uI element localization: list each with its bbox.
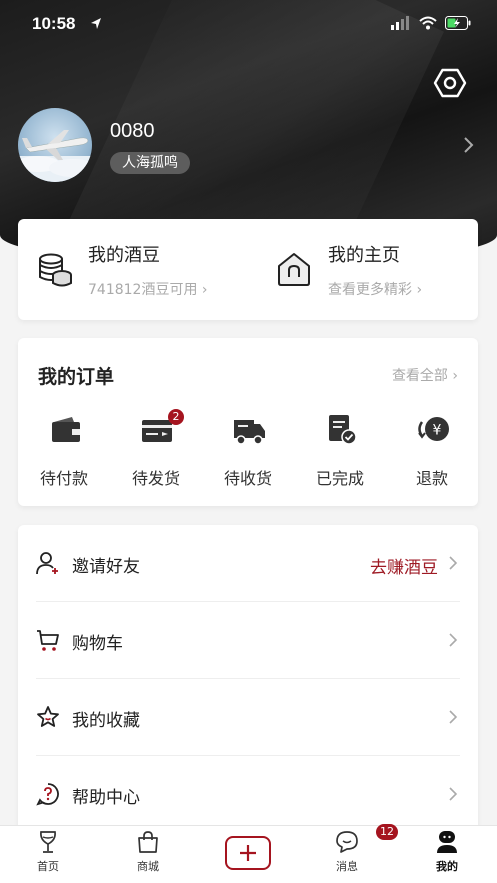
tab-label: 消息 <box>336 860 358 873</box>
my-beans-balance: 741812酒豆可用 › <box>88 279 208 299</box>
status-bar: 10:58 <box>0 14 497 38</box>
menu-card: 邀请好友 去赚酒豆 购物车 我的收藏 帮助中心 <box>18 525 478 835</box>
order-label: 已完成 <box>315 469 364 488</box>
my-homepage-sub: 查看更多精彩 › <box>328 279 422 299</box>
my-homepage-section[interactable]: 我的主页 查看更多精彩 › <box>258 219 478 320</box>
menu-item-invite-friends[interactable]: 邀请好友 去赚酒豆 <box>18 525 478 602</box>
chevron-right-icon <box>449 710 458 724</box>
tab-profile[interactable]: 我的 <box>412 826 482 883</box>
menu-item-label: 邀请好友 <box>72 557 140 577</box>
orders-card: 我的订单 查看全部 › 待付款 2 待发货 待收货 已完成 ¥ 退款 <box>18 338 478 506</box>
chevron-right-icon: › <box>452 368 458 384</box>
battery-icon <box>445 16 471 30</box>
profile-chevron-icon[interactable] <box>461 136 475 154</box>
menu-item-label: 购物车 <box>72 634 123 654</box>
messages-badge: 12 <box>376 824 398 840</box>
location-arrow-icon <box>91 18 101 29</box>
chevron-right-icon: › <box>416 282 423 298</box>
wine-glass-icon <box>40 831 56 853</box>
chat-icon <box>336 831 358 853</box>
plus-icon <box>240 845 256 861</box>
chevron-right-icon <box>449 556 458 570</box>
settings-icon[interactable] <box>433 66 467 100</box>
menu-item-label: 我的收藏 <box>72 711 140 731</box>
coins-icon <box>39 253 72 287</box>
wallet-icon <box>52 417 80 442</box>
menu-item-help-center[interactable]: 帮助中心 <box>18 756 478 833</box>
airplane-photo-icon <box>18 130 92 182</box>
my-beans-title: 我的酒豆 <box>88 245 160 266</box>
profile-icon <box>437 831 457 853</box>
completed-doc-icon <box>329 415 357 445</box>
view-all-orders-link[interactable]: 查看全部 › <box>392 365 458 385</box>
wifi-icon <box>419 16 437 30</box>
truck-icon <box>234 420 265 445</box>
order-pending-receipt[interactable]: 待收货 <box>210 410 286 490</box>
pending-shipment-badge: 2 <box>168 409 184 425</box>
menu-item-cart[interactable]: 购物车 <box>18 602 478 679</box>
add-post-button[interactable] <box>225 836 271 870</box>
tab-messages[interactable]: 12 消息 <box>312 824 398 883</box>
order-pending-shipment[interactable]: 2 待发货 <box>118 409 194 490</box>
wallet-card: 我的酒豆 741812酒豆可用 › 我的主页 查看更多精彩 › <box>18 219 478 320</box>
orders-title: 我的订单 <box>38 366 115 388</box>
nickname-badge: 人海孤鸣 <box>110 152 190 174</box>
username: 0080 <box>110 120 155 142</box>
svg-text:¥: ¥ <box>433 423 442 439</box>
order-label: 退款 <box>415 469 448 488</box>
menu-item-favorites[interactable]: 我的收藏 <box>18 679 478 756</box>
chevron-right-icon: › <box>201 282 208 298</box>
add-user-icon <box>36 552 58 575</box>
earn-beans-text: 去赚酒豆 <box>370 558 438 578</box>
beans-balance-text: 741812酒豆可用 <box>88 282 198 298</box>
chevron-right-icon <box>449 787 458 801</box>
tab-label: 首页 <box>37 860 59 873</box>
tab-bar: 首页 商城 12 消息 我的 <box>0 824 497 883</box>
chevron-right-icon <box>449 633 458 647</box>
cart-icon <box>37 630 59 651</box>
shopping-bag-icon <box>138 831 158 853</box>
home-icon <box>278 253 310 286</box>
order-label: 待收货 <box>223 469 272 488</box>
signal-icon <box>391 16 409 30</box>
view-all-text: 查看全部 <box>391 368 448 384</box>
order-refund[interactable]: ¥ 退款 <box>394 410 470 490</box>
help-icon <box>36 783 59 806</box>
my-beans-section[interactable]: 我的酒豆 741812酒豆可用 › <box>18 219 248 320</box>
tab-label: 我的 <box>436 860 458 873</box>
order-pending-payment[interactable]: 待付款 <box>26 410 102 490</box>
order-completed[interactable]: 已完成 <box>302 410 378 490</box>
tab-label: 商城 <box>137 860 159 873</box>
homepage-sub-text: 查看更多精彩 <box>328 282 412 298</box>
avatar[interactable] <box>18 108 92 182</box>
star-icon <box>37 706 59 727</box>
menu-item-label: 帮助中心 <box>72 788 140 808</box>
my-homepage-title: 我的主页 <box>328 245 400 266</box>
status-time: 10:58 <box>32 14 76 33</box>
order-label: 待付款 <box>39 469 88 488</box>
tab-home[interactable]: 首页 <box>13 826 83 883</box>
order-label: 待发货 <box>131 469 180 488</box>
tab-mall[interactable]: 商城 <box>113 826 183 883</box>
refund-yen-icon: ¥ <box>418 417 449 441</box>
status-icons <box>391 16 471 30</box>
